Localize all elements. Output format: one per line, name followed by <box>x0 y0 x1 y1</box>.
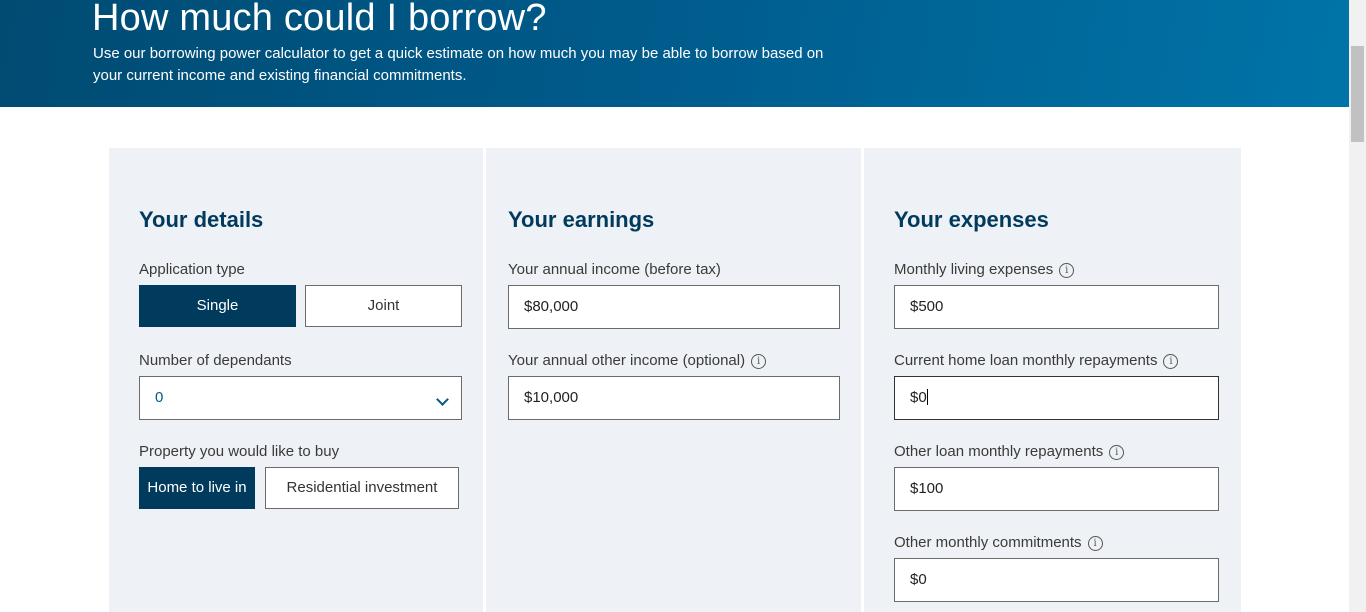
property-home-button[interactable]: Home to live in <box>139 467 255 509</box>
commitments-value: $0 <box>910 571 927 588</box>
dependants-value: 0 <box>155 389 164 406</box>
annual-income-input[interactable]: $80,000 <box>508 285 840 329</box>
living-expenses-value: $500 <box>910 298 944 315</box>
details-heading: Your details <box>139 207 264 232</box>
application-type-single-button[interactable]: Single <box>139 285 296 327</box>
info-icon[interactable]: i <box>751 354 767 369</box>
expenses-heading: Your expenses <box>894 207 1049 232</box>
other-income-label-row: Your annual other income (optional) i <box>508 351 767 371</box>
commitments-input[interactable]: $0 <box>894 558 1219 602</box>
page-hero: How much could I borrow? Use our borrowi… <box>0 0 1349 107</box>
home-loan-input[interactable]: $0 <box>894 376 1219 420</box>
scrollbar-thumb[interactable] <box>1351 46 1364 142</box>
dependants-label: Number of dependants <box>139 352 292 369</box>
earnings-panel: Your earnings Your annual income (before… <box>486 148 861 612</box>
living-expenses-label: Monthly living expenses <box>894 261 1054 278</box>
living-expenses-label-row: Monthly living expenses i <box>894 260 1075 280</box>
annual-income-label: Your annual income (before tax) <box>508 261 721 278</box>
commitments-label-row: Other monthly commitments i <box>894 533 1103 553</box>
other-income-label: Your annual other income (optional) <box>508 352 746 369</box>
other-loan-label: Other loan monthly repayments <box>894 443 1104 460</box>
other-income-value: $10,000 <box>524 389 579 406</box>
expenses-panel: Your expenses Monthly living expenses i $… <box>864 148 1241 612</box>
info-icon[interactable]: i <box>1059 263 1075 278</box>
other-loan-label-row: Other loan monthly repayments i <box>894 442 1125 462</box>
details-panel: Your details Application type Single Joi… <box>109 148 483 612</box>
other-loan-input[interactable]: $100 <box>894 467 1219 511</box>
dependants-select[interactable]: 0 <box>139 376 462 420</box>
home-loan-label: Current home loan monthly repayments <box>894 352 1158 369</box>
text-caret <box>926 389 928 405</box>
info-icon[interactable]: i <box>1163 354 1179 369</box>
commitments-label: Other monthly commitments <box>894 534 1082 551</box>
page-title: How much could I borrow? <box>92 0 547 39</box>
chevron-down-icon <box>436 393 449 406</box>
application-type-label: Application type <box>139 261 245 278</box>
property-investment-button[interactable]: Residential investment <box>265 467 459 509</box>
info-icon[interactable]: i <box>1109 445 1125 460</box>
page-description: Use our borrowing power calculator to ge… <box>93 45 824 84</box>
application-type-joint-button[interactable]: Joint <box>305 285 462 327</box>
info-icon[interactable]: i <box>1087 536 1103 551</box>
living-expenses-input[interactable]: $500 <box>894 285 1219 329</box>
earnings-heading: Your earnings <box>508 207 655 232</box>
page-scrollbar[interactable] <box>1349 0 1366 612</box>
home-loan-value: $0 <box>910 389 927 406</box>
other-loan-value: $100 <box>910 480 944 497</box>
other-income-input[interactable]: $10,000 <box>508 376 840 420</box>
home-loan-label-row: Current home loan monthly repayments i <box>894 351 1179 371</box>
property-label: Property you would like to buy <box>139 443 340 460</box>
annual-income-value: $80,000 <box>524 298 579 315</box>
